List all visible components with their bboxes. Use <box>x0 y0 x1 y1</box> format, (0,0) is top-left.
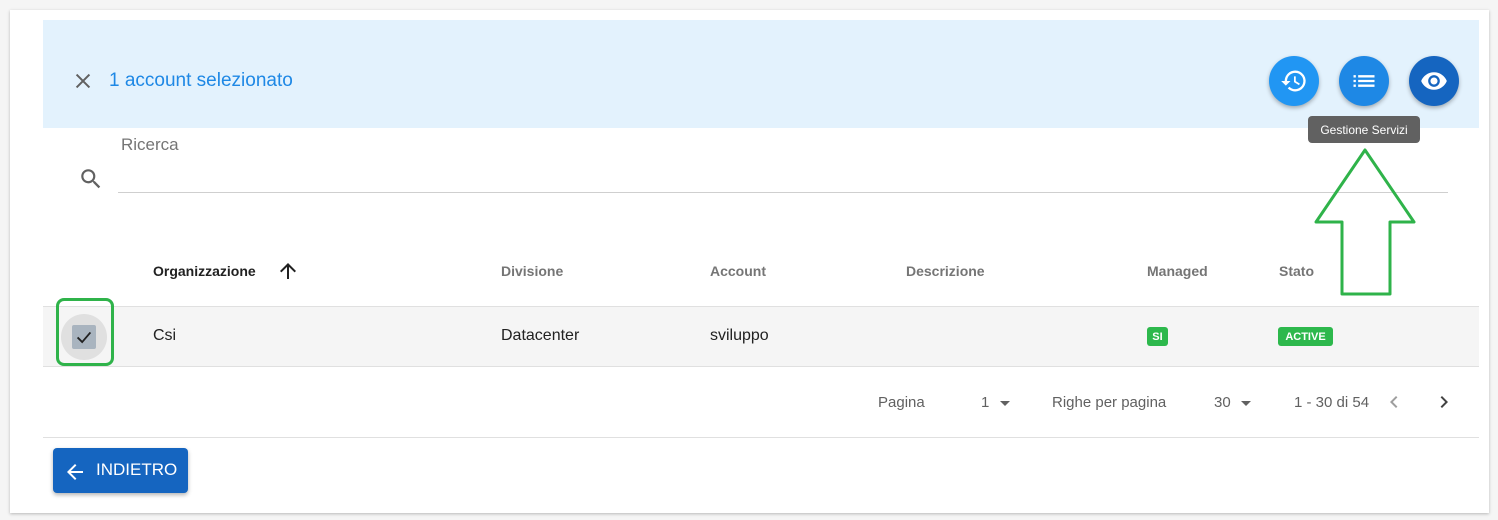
annotation-arrow-icon <box>1314 148 1416 296</box>
page-range: 1 - 30 di 54 <box>1294 394 1370 411</box>
rows-per-page-value[interactable]: 30 <box>1214 394 1231 411</box>
status-badge: ACTIVE <box>1278 327 1333 346</box>
column-header-managed[interactable]: Managed <box>1147 263 1208 279</box>
prev-page-icon[interactable] <box>1382 390 1406 414</box>
annotation-highlight-box <box>56 298 114 366</box>
history-button[interactable] <box>1269 56 1319 106</box>
list-icon <box>1353 75 1375 87</box>
sort-ascending-icon[interactable] <box>276 259 300 283</box>
view-button[interactable] <box>1409 56 1459 106</box>
tooltip-gestione-servizi: Gestione Servizi <box>1308 116 1420 143</box>
page-select-caret-icon[interactable] <box>1000 401 1010 406</box>
divider <box>43 366 1479 367</box>
rows-per-page-label: Righe per pagina <box>1052 394 1167 411</box>
back-button[interactable]: INDIETRO <box>53 448 188 493</box>
close-icon[interactable] <box>72 70 94 92</box>
search-input[interactable] <box>118 162 1448 193</box>
arrow-left-icon <box>67 464 83 480</box>
search-label: Ricerca <box>121 135 179 154</box>
back-button-label: INDIETRO <box>96 460 178 479</box>
eye-icon <box>1421 72 1447 90</box>
column-header-stato[interactable]: Stato <box>1279 263 1314 279</box>
next-page-icon[interactable] <box>1432 390 1456 414</box>
history-icon <box>1281 70 1306 92</box>
cell-divisione: Datacenter <box>501 327 580 344</box>
column-header-descrizione[interactable]: Descrizione <box>906 263 985 279</box>
cell-account: sviluppo <box>710 327 769 344</box>
page-select-value[interactable]: 1 <box>981 394 989 411</box>
cell-organizzazione: Csi <box>153 327 177 344</box>
gestione-servizi-button[interactable] <box>1339 56 1389 106</box>
managed-badge: SI <box>1147 327 1168 346</box>
column-header-organizzazione[interactable]: Organizzazione <box>153 263 256 279</box>
column-header-divisione[interactable]: Divisione <box>501 263 563 279</box>
column-header-account[interactable]: Account <box>710 263 766 279</box>
page-label: Pagina <box>878 394 925 411</box>
divider <box>43 437 1479 438</box>
selection-count-text: 1 account selezionato <box>109 70 293 91</box>
search-icon <box>78 166 104 192</box>
rows-per-page-caret-icon[interactable] <box>1241 401 1251 406</box>
